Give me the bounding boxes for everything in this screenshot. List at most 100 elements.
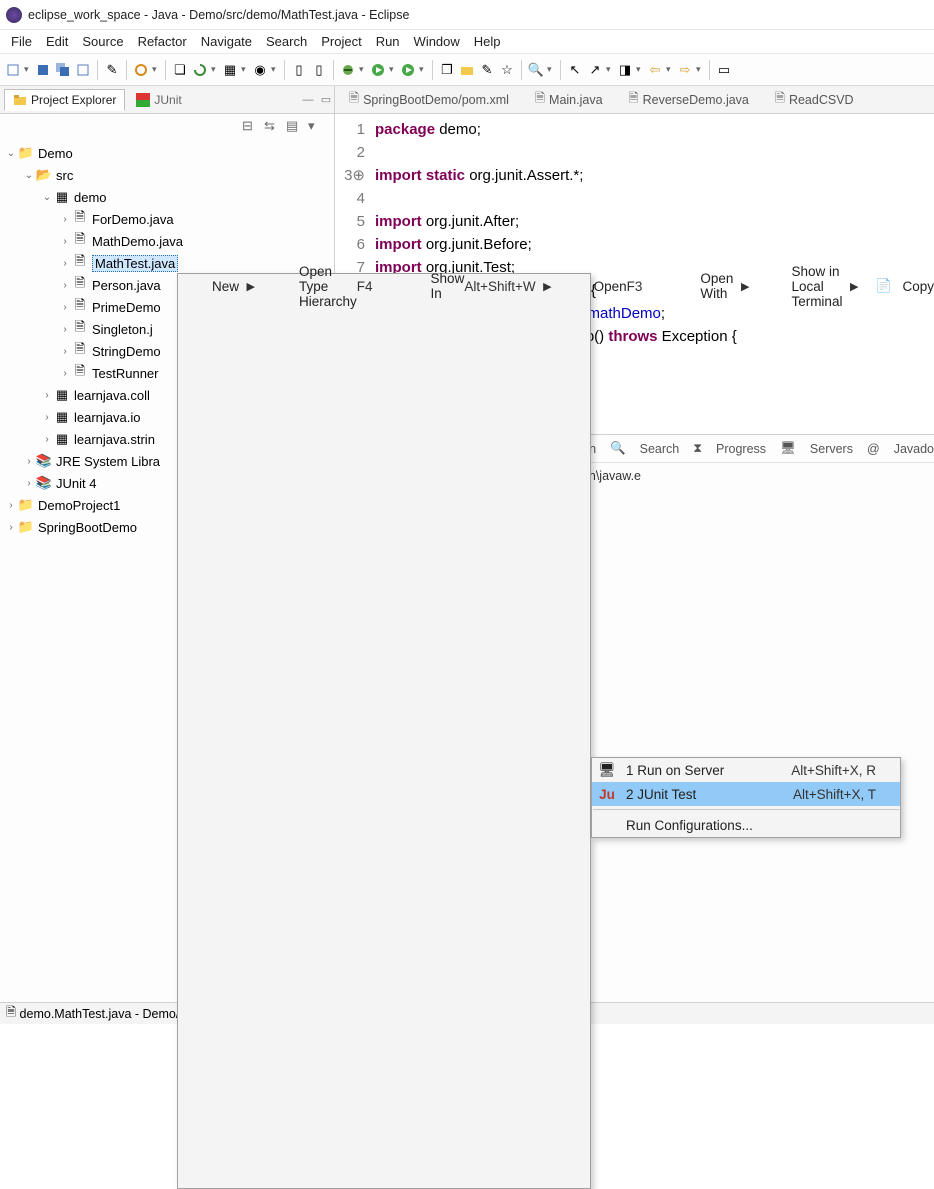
junit-icon: [136, 93, 150, 107]
eclipse-logo-icon: [6, 7, 22, 23]
toggle-icon[interactable]: [74, 61, 92, 79]
forward-icon[interactable]: ⇨: [676, 61, 694, 79]
ctx-open-with[interactable]: Open With▶: [666, 274, 757, 298]
link-editor-icon[interactable]: ⇆: [264, 118, 280, 134]
debug-icon[interactable]: [339, 61, 357, 79]
package-icon: ▦: [54, 387, 70, 403]
editor-tab[interactable]: 🗎ReadCSVD: [767, 86, 862, 114]
maximize-icon[interactable]: ▭: [318, 92, 334, 108]
context-menu: New▶ Open Type HierarchyF4 Show InAlt+Sh…: [177, 273, 591, 1189]
menu-window[interactable]: Window: [407, 32, 467, 51]
tree-file[interactable]: 🗎ForDemo.java: [0, 208, 334, 230]
java-file-icon: 🗎: [72, 343, 88, 359]
project-icon: 📁: [18, 145, 34, 161]
search-icon[interactable]: 🔍: [527, 61, 545, 79]
browser-icon[interactable]: [132, 61, 150, 79]
title-bar: eclipse_work_space - Java - Demo/src/dem…: [0, 0, 934, 30]
ctx-new[interactable]: New▶: [178, 274, 263, 298]
context-submenu-run-as: 🖥1 Run on ServerAlt+Shift+X, R Ju2 JUnit…: [591, 757, 901, 838]
java-file-icon: 🗎: [72, 365, 88, 381]
menu-edit[interactable]: Edit: [39, 32, 75, 51]
note-icon[interactable]: ▯: [310, 61, 328, 79]
half-icon[interactable]: ◨: [616, 61, 634, 79]
back-icon[interactable]: ⇦: [646, 61, 664, 79]
project-explorer-icon: [13, 93, 27, 107]
editor-tab[interactable]: 🗎SpringBootDemo/pom.xml: [341, 86, 517, 114]
ctx-open[interactable]: OpenF3: [560, 274, 667, 298]
editor-tab[interactable]: 🗎Main.java: [527, 86, 611, 114]
class-icon[interactable]: ◉: [251, 61, 269, 79]
collapse-all-icon[interactable]: ⊟: [242, 118, 258, 134]
package-icon: ▦: [54, 409, 70, 425]
menu-project[interactable]: Project: [314, 32, 368, 51]
editor-tab[interactable]: 🗎ReverseDemo.java: [621, 86, 757, 114]
pointer-icon[interactable]: ↖: [566, 61, 584, 79]
ctx-open-type-hierarchy[interactable]: Open Type HierarchyF4: [265, 274, 397, 298]
new-icon[interactable]: [4, 61, 22, 79]
tab-junit[interactable]: JUnit: [127, 89, 190, 111]
bottom-tab[interactable]: Servers: [810, 442, 853, 456]
source-folder-icon: 📂: [36, 167, 52, 183]
tree-project[interactable]: 📁Demo: [0, 142, 334, 164]
bottom-tab[interactable]: Javado: [894, 442, 934, 456]
save-all-icon[interactable]: [54, 61, 72, 79]
java-file-icon: 🗎: [72, 321, 88, 337]
project-icon: 📁: [18, 519, 34, 535]
pointer2-icon[interactable]: ↗: [586, 61, 604, 79]
sub-run-on-server[interactable]: 🖥1 Run on ServerAlt+Shift+X, R: [592, 758, 900, 782]
newpkg-icon[interactable]: ❐: [438, 61, 456, 79]
tab-label: JUnit: [154, 93, 181, 107]
perspective-icon[interactable]: ▭: [715, 61, 733, 79]
tree-package[interactable]: ▦demo: [0, 186, 334, 208]
doc-icon[interactable]: ▯: [290, 61, 308, 79]
run-last-icon[interactable]: [399, 61, 417, 79]
java-file-icon: 🗎: [72, 233, 88, 249]
wand-icon[interactable]: ✎: [103, 61, 121, 79]
bottom-tab[interactable]: Progress: [716, 442, 766, 456]
menu-help[interactable]: Help: [467, 32, 508, 51]
tab-project-explorer[interactable]: Project Explorer: [4, 89, 125, 111]
tree-file[interactable]: 🗎MathDemo.java: [0, 230, 334, 252]
sub-run-configurations[interactable]: Run Configurations...: [592, 813, 900, 837]
save-icon[interactable]: [34, 61, 52, 79]
gift-icon[interactable]: ❏: [171, 61, 189, 79]
sub-junit-test[interactable]: Ju2 JUnit TestAlt+Shift+X, T: [592, 782, 900, 806]
menu-navigate[interactable]: Navigate: [194, 32, 259, 51]
package-icon[interactable]: ▦: [221, 61, 239, 79]
star-icon[interactable]: ☆: [498, 61, 516, 79]
menu-file[interactable]: File: [4, 32, 39, 51]
refresh-icon[interactable]: [191, 61, 209, 79]
minimize-icon[interactable]: —: [300, 92, 316, 108]
library-icon: 📚: [36, 453, 52, 469]
ctx-copy[interactable]: 📄CopyCtrl+C: [868, 274, 934, 298]
tree-file-selected[interactable]: 🗎MathTest.java: [0, 252, 334, 274]
explorer-toolbar: ⊟ ⇆ ▤ ▾: [0, 114, 334, 138]
java-file-icon: 🗎: [72, 277, 88, 293]
menu-run[interactable]: Run: [369, 32, 407, 51]
bottom-tab[interactable]: Search: [640, 442, 680, 456]
ctx-show-in[interactable]: Show InAlt+Shift+W▶: [397, 274, 560, 298]
menu-source[interactable]: Source: [75, 32, 130, 51]
ctx-show-in-local-terminal[interactable]: Show in Local Terminal▶: [757, 274, 866, 298]
view-menu-icon[interactable]: ▾: [308, 118, 324, 134]
wand2-icon[interactable]: ✎: [478, 61, 496, 79]
java-file-icon: 🗎: [535, 89, 545, 110]
main-toolbar: ▾ ✎ ▾ ❏ ▾ ▦▾ ◉▾ ▯ ▯ ▾ ▾ ▾ ❐ ✎ ☆ 🔍▾ ↖ ↗▾ …: [0, 54, 934, 86]
menu-refactor[interactable]: Refactor: [131, 32, 194, 51]
servers-icon: 🖥: [780, 441, 796, 456]
window-title: eclipse_work_space - Java - Demo/src/dem…: [28, 8, 409, 22]
run-icon[interactable]: [369, 61, 387, 79]
project-icon: 📁: [18, 497, 34, 513]
library-icon: 📚: [36, 475, 52, 491]
search-icon: 🔍: [610, 441, 626, 456]
filter-icon[interactable]: ▤: [286, 118, 302, 134]
java-file-icon: 🗎: [72, 299, 88, 315]
tree-src[interactable]: 📂src: [0, 164, 334, 186]
menu-search[interactable]: Search: [259, 32, 314, 51]
folder-icon[interactable]: [458, 61, 476, 79]
java-file-icon: 🗎: [72, 211, 88, 227]
junit-icon: Ju: [598, 785, 616, 803]
java-file-icon: 🗎: [775, 89, 785, 110]
package-icon: ▦: [54, 431, 70, 447]
copy-icon: 📄: [874, 277, 892, 295]
